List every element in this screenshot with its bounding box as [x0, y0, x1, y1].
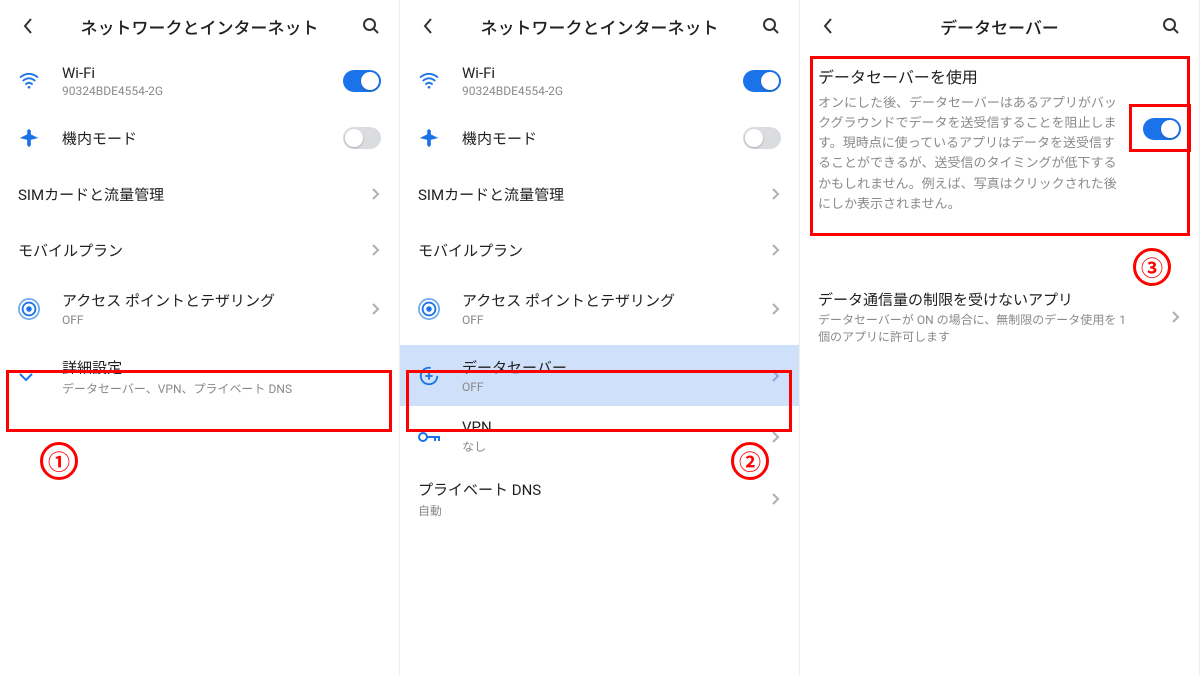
page-title: ネットワークとインターネット	[444, 14, 755, 39]
airplane-label: 機内モード	[62, 128, 337, 149]
search-icon[interactable]	[755, 10, 787, 42]
step-1-badge: ①	[40, 442, 78, 480]
mobile-plan-row[interactable]: モバイルプラン	[0, 222, 399, 278]
use-data-saver-toggle[interactable]	[1143, 118, 1181, 140]
sim-label: SIMカードと流量管理	[18, 184, 337, 205]
data-saver-sub: OFF	[462, 380, 737, 394]
sim-label: SIMカードと流量管理	[418, 184, 737, 205]
wifi-icon	[18, 72, 62, 90]
airplane-row[interactable]: 機内モード	[0, 110, 399, 166]
back-button[interactable]	[812, 10, 844, 42]
data-saver-label: データセーバー	[462, 357, 737, 378]
airplane-toggle[interactable]	[743, 127, 781, 149]
chevron-right-icon	[737, 302, 781, 316]
airplane-icon	[18, 127, 62, 149]
header: ネットワークとインターネット	[0, 0, 399, 52]
wifi-sub: 90324BDE4554-2G	[462, 84, 737, 98]
data-saver-icon	[418, 365, 462, 387]
wifi-sub: 90324BDE4554-2G	[62, 84, 337, 98]
panel-network-2: ネットワークとインターネット Wi-Fi 90324BDE4554-2G 機内モ…	[400, 0, 800, 675]
chevron-right-icon	[737, 492, 781, 506]
mobile-plan-label: モバイルプラン	[418, 240, 737, 261]
hotspot-row[interactable]: アクセス ポイントとテザリング OFF	[400, 278, 799, 339]
chevron-right-icon	[737, 369, 781, 383]
header: データセーバー	[800, 0, 1199, 52]
chevron-right-icon	[337, 187, 381, 201]
use-data-saver-desc: オンにした後、データセーバーはあるアプリがバックグラウンドでデータを送受信するこ…	[818, 94, 1181, 215]
chevron-right-icon	[337, 243, 381, 257]
search-icon[interactable]	[1155, 10, 1187, 42]
step-3-badge: ③	[1133, 248, 1171, 286]
hotspot-sub: OFF	[62, 313, 337, 327]
airplane-icon	[418, 127, 462, 149]
unrestricted-label: データ通信量の制限を受けないアプリ	[818, 289, 1137, 310]
sim-row[interactable]: SIMカードと流量管理	[0, 166, 399, 222]
hotspot-label: アクセス ポイントとテザリング	[462, 290, 737, 311]
airplane-toggle[interactable]	[343, 127, 381, 149]
panel-network-1: ネットワークとインターネット Wi-Fi 90324BDE4554-2G 機内モ…	[0, 0, 400, 675]
wifi-row[interactable]: Wi-Fi 90324BDE4554-2G	[400, 52, 799, 110]
chevron-right-icon	[337, 302, 381, 316]
hotspot-label: アクセス ポイントとテザリング	[62, 290, 337, 311]
private-dns-label: プライベート DNS	[418, 479, 737, 500]
advanced-sub: データセーバー、VPN、プライベート DNS	[62, 380, 381, 397]
hotspot-sub: OFF	[462, 313, 737, 327]
vpn-sub: なし	[462, 438, 737, 455]
wifi-toggle[interactable]	[343, 70, 381, 92]
use-data-saver-title: データセーバーを使用	[818, 64, 1181, 88]
wifi-label: Wi-Fi	[462, 64, 737, 82]
hotspot-row[interactable]: アクセス ポイントとテザリング OFF	[0, 278, 399, 339]
airplane-label: 機内モード	[462, 128, 737, 149]
unrestricted-sub: データセーバーが ON の場合に、無制限のデータ使用を 1 個のアプリに許可しま…	[818, 312, 1137, 346]
header: ネットワークとインターネット	[400, 0, 799, 52]
page-title: データセーバー	[844, 14, 1155, 39]
vpn-label: VPN	[462, 418, 737, 436]
unrestricted-apps-row[interactable]: データ通信量の制限を受けないアプリ データセーバーが ON の場合に、無制限のデ…	[800, 277, 1199, 358]
advanced-row[interactable]: 詳細設定 データセーバー、VPN、プライベート DNS	[0, 345, 399, 409]
airplane-row[interactable]: 機内モード	[400, 110, 799, 166]
step-2-badge: ②	[731, 442, 769, 480]
chevron-right-icon	[737, 187, 781, 201]
hotspot-icon	[18, 298, 62, 320]
chevron-right-icon	[737, 430, 781, 444]
advanced-label: 詳細設定	[62, 357, 381, 378]
vpn-key-icon	[418, 430, 462, 444]
sim-row[interactable]: SIMカードと流量管理	[400, 166, 799, 222]
wifi-icon	[418, 72, 462, 90]
chevron-down-icon	[18, 371, 62, 383]
wifi-toggle[interactable]	[743, 70, 781, 92]
mobile-plan-label: モバイルプラン	[18, 240, 337, 261]
use-data-saver-block[interactable]: データセーバーを使用 オンにした後、データセーバーはあるアプリがバックグラウンド…	[800, 52, 1199, 229]
mobile-plan-row[interactable]: モバイルプラン	[400, 222, 799, 278]
panel-data-saver: データセーバー データセーバーを使用 オンにした後、データセーバーはあるアプリが…	[800, 0, 1200, 675]
chevron-right-icon	[737, 243, 781, 257]
back-button[interactable]	[412, 10, 444, 42]
private-dns-sub: 自動	[418, 502, 737, 519]
hotspot-icon	[418, 298, 462, 320]
search-icon[interactable]	[355, 10, 387, 42]
back-button[interactable]	[12, 10, 44, 42]
page-title: ネットワークとインターネット	[44, 14, 355, 39]
wifi-label: Wi-Fi	[62, 64, 337, 82]
wifi-row[interactable]: Wi-Fi 90324BDE4554-2G	[0, 52, 399, 110]
data-saver-row[interactable]: データセーバー OFF	[400, 345, 799, 406]
chevron-right-icon	[1137, 310, 1181, 324]
